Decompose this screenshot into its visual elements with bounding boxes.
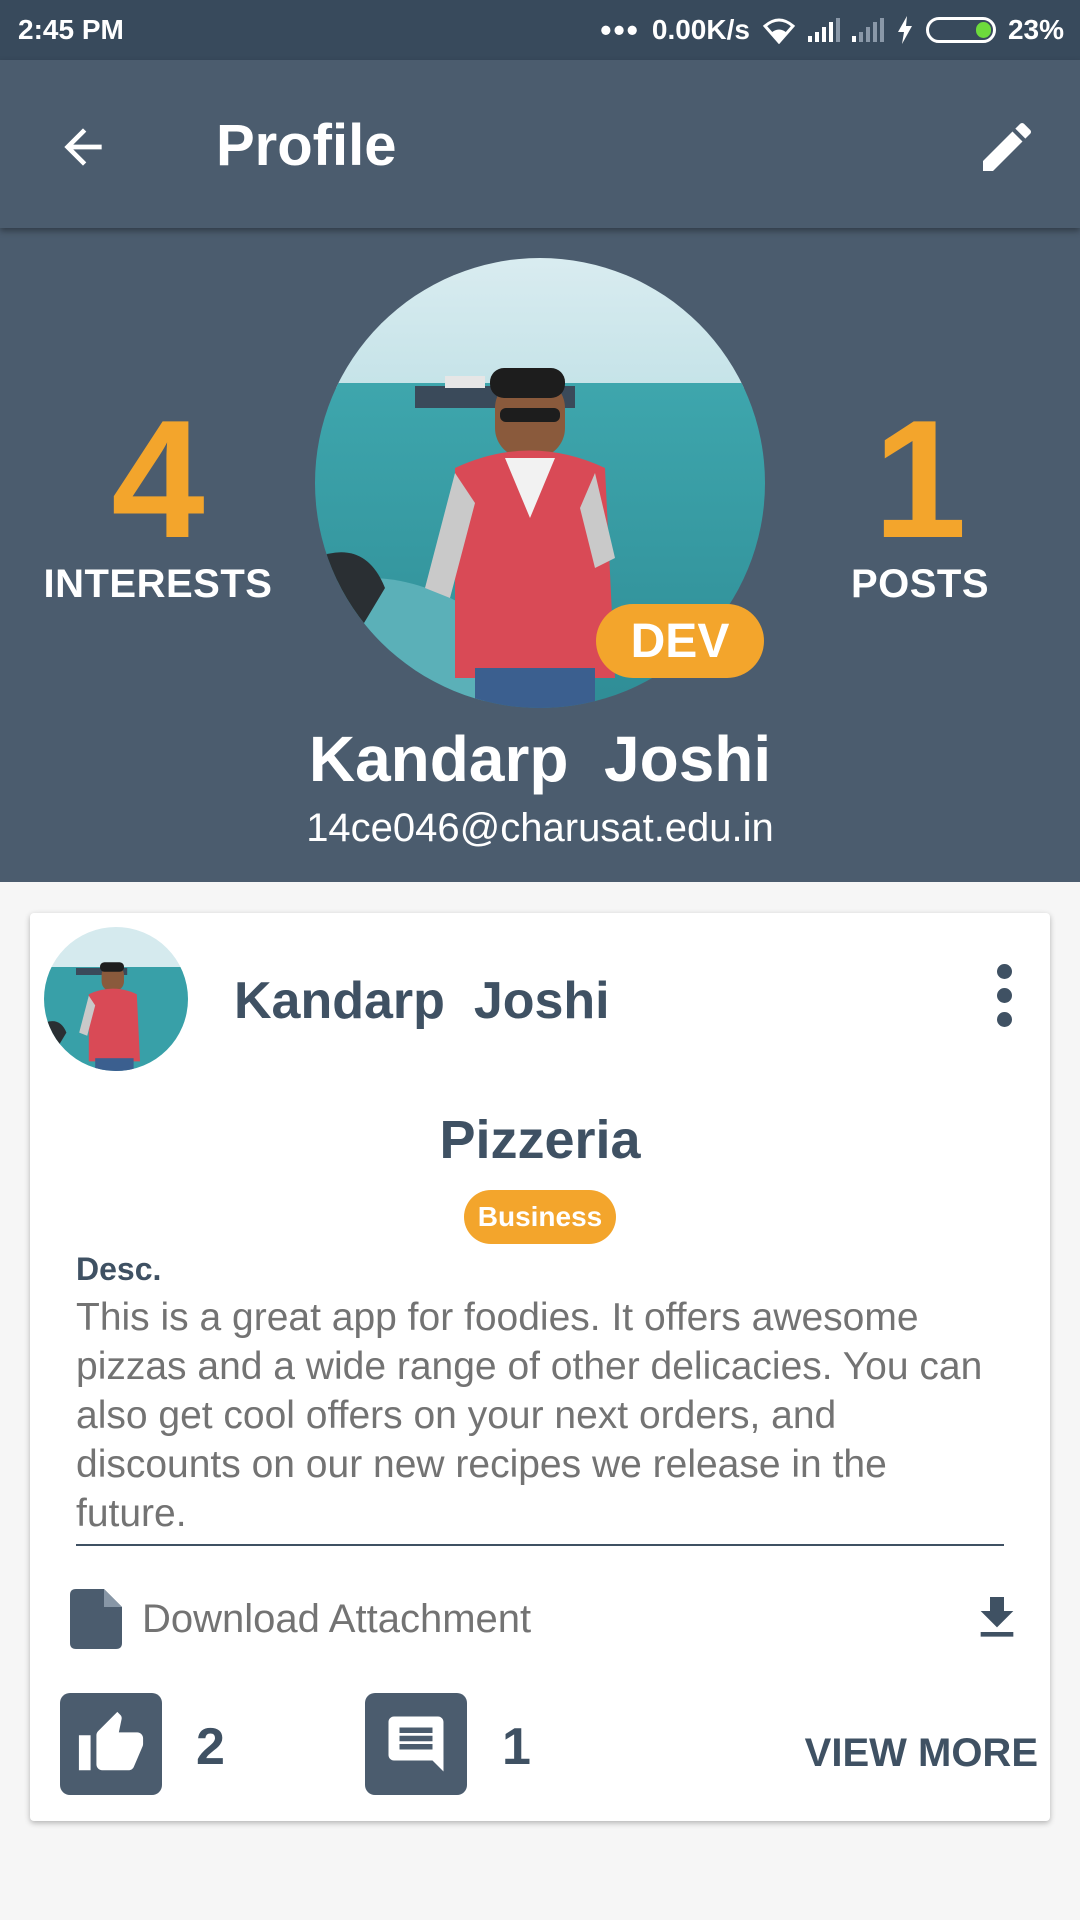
author-avatar[interactable] [44, 927, 188, 1071]
description-label: Desc. [76, 1251, 162, 1287]
battery-percent: 23% [1007, 14, 1064, 45]
more-vert-icon [996, 987, 1012, 1003]
more-vert-icon [996, 963, 1012, 979]
more-vert-icon [996, 1011, 1012, 1027]
signal-icon [807, 18, 840, 42]
profile-email: 14ce046@charusat.edu.in [306, 806, 774, 850]
post-card[interactable]: Kandarp Joshi Pizzeria Business Desc. Th… [30, 913, 1050, 1821]
back-button[interactable] [40, 104, 126, 190]
status-time: 2:45 PM [18, 14, 124, 45]
app-bar: Profile [0, 60, 1080, 228]
status-bar: 2:45 PM ••• 0.00K/s 23% [0, 0, 1080, 60]
comment-button[interactable] [365, 1693, 467, 1795]
arrow-back-icon [64, 128, 102, 166]
post-title: Pizzeria [439, 1110, 641, 1170]
download-icon [980, 1597, 1014, 1637]
attachment-label: Download Attachment [142, 1597, 532, 1641]
like-button[interactable] [60, 1693, 162, 1795]
network-speed: 0.00K/s [651, 14, 750, 45]
interests-label: INTERESTS [43, 562, 273, 606]
pencil-edit-icon [983, 122, 1032, 171]
category-badge: Business [464, 1190, 616, 1244]
wifi-icon [762, 18, 796, 44]
more-dots-icon: ••• [600, 12, 640, 48]
role-badge: DEV [596, 604, 764, 678]
edit-profile-button[interactable] [964, 104, 1050, 190]
download-button[interactable] [964, 1585, 1030, 1651]
comment-count: 1 [502, 1718, 531, 1776]
author-name[interactable]: Kandarp Joshi [234, 971, 610, 1031]
attachment-row[interactable]: Download Attachment [70, 1581, 1030, 1657]
profile-header: 4 INTERESTS DEV 1 POSTS Kandarp Joshi 14… [0, 228, 1080, 882]
more-options-button[interactable] [980, 955, 1028, 1035]
page-title: Profile [216, 113, 397, 178]
interests-count: 4 [111, 385, 205, 573]
interests-stat[interactable]: 4 INTERESTS [28, 385, 288, 607]
action-row: 2 1 VIEW MORE [60, 1693, 1040, 1797]
view-more-button[interactable]: VIEW MORE [805, 1731, 1038, 1776]
file-icon [70, 1589, 122, 1649]
post-description: This is a great app for foodies. It offe… [76, 1293, 1004, 1546]
signal-icon [851, 18, 884, 42]
posts-label: POSTS [850, 562, 990, 606]
posts-stat[interactable]: 1 POSTS [800, 385, 1040, 607]
battery-fill [976, 22, 991, 38]
thumbs-up-icon [78, 1711, 144, 1771]
charging-bolt-icon [897, 16, 912, 44]
profile-name: Kandarp Joshi [308, 723, 772, 795]
status-indicators: ••• 0.00K/s 23% [600, 14, 1064, 46]
comment-icon [388, 1716, 444, 1772]
battery-icon [925, 17, 996, 43]
posts-count: 1 [873, 385, 967, 573]
like-count: 2 [196, 1718, 225, 1776]
